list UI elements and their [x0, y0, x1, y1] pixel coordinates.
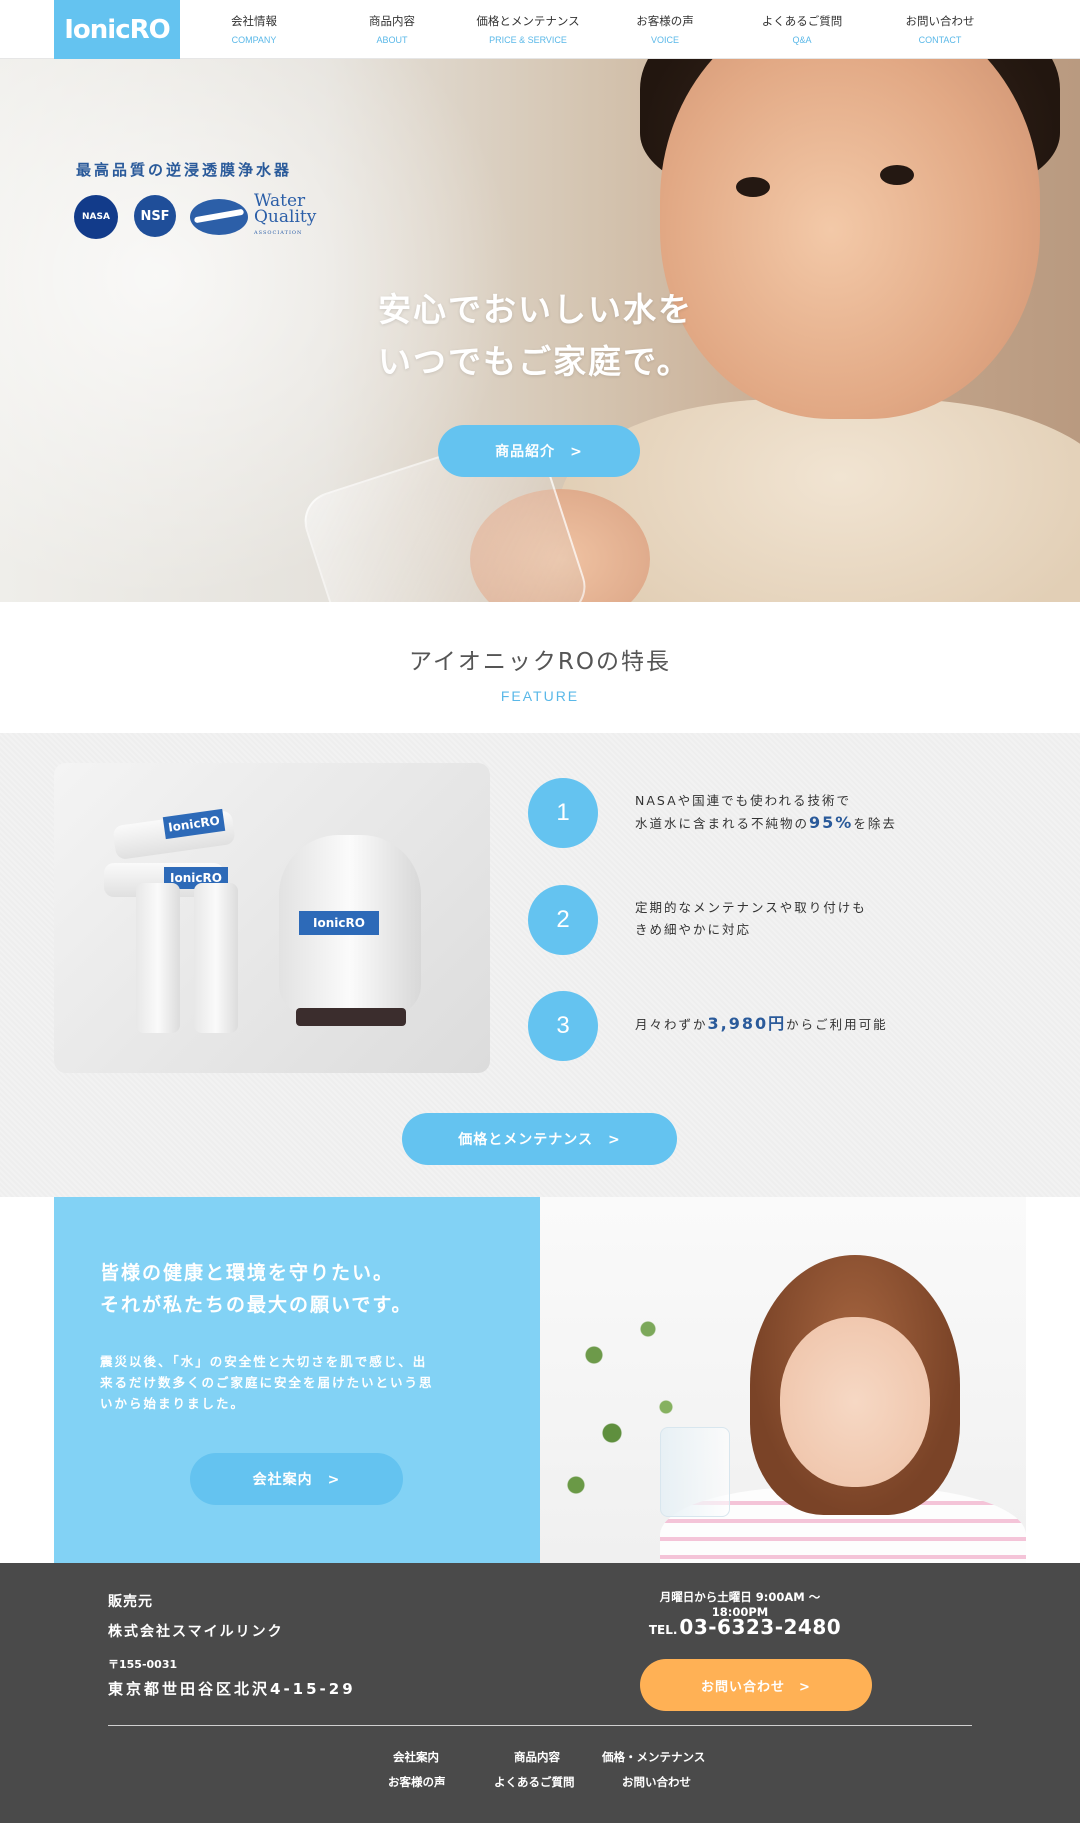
wqa-word: Quality — [254, 207, 317, 227]
nav-qa[interactable]: よくあるご質問 Q&A — [732, 13, 872, 47]
feature-subtitle: FEATURE — [500, 688, 580, 704]
feature-text-part: 水道水に含まれる不純物の — [635, 816, 810, 831]
feature-number-badge: 3 — [528, 991, 598, 1061]
hero-section: 最高品質の逆浸透膜浄水器 NASA NSF Water Quality ASSO… — [0, 59, 1080, 602]
company-address: 東京都世田谷区北沢4-15-29 — [108, 1680, 356, 1698]
feature-number-badge: 2 — [528, 885, 598, 955]
feature-text-part: 月々わずか — [635, 1017, 708, 1032]
nav-about[interactable]: 商品内容 ABOUT — [322, 13, 462, 47]
mission-text-line: 震災以後、「水」の安全性と大切さを肌で感じ、出 — [100, 1354, 428, 1369]
tel-prefix: TEL. — [648, 1623, 678, 1637]
filter-cartridge — [194, 883, 238, 1033]
footer-link-price[interactable]: 価格・メンテナンス — [602, 1749, 705, 1765]
feature-text: 月々わずか3,980円からご利用可能 — [635, 1013, 888, 1036]
feature-item: 3 月々わずか3,980円からご利用可能 — [528, 991, 1048, 1061]
wqa-word: ASSOCIATION — [254, 230, 303, 236]
feature-title: アイオニックROの特長 — [409, 649, 671, 675]
mission-text: 震災以後、「水」の安全性と大切さを肌で感じ、出 来るだけ数多くのご家庭に安全を届… — [100, 1351, 500, 1414]
nav-label: お問い合わせ — [905, 14, 975, 28]
nasa-logo: NASA — [74, 195, 118, 239]
footer-link-products[interactable]: 商品内容 — [514, 1749, 560, 1765]
mission-title-line: それが私たちの最大の願いです。 — [100, 1294, 413, 1316]
mission-panel: 皆様の健康と環境を守りたい。 それが私たちの最大の願いです。 震災以後、「水」の… — [54, 1197, 540, 1563]
wqa-logo: Water Quality ASSOCIATION — [190, 193, 330, 241]
nav-sublabel: PRICE & SERVICE — [489, 35, 567, 45]
site-header: IonicRO 会社情報 COMPANY 商品内容 ABOUT 価格とメンテナン… — [0, 0, 1080, 59]
feature-text: NASAや国連でも使われる技術で 水道水に含まれる不純物の95%を除去 — [635, 790, 897, 835]
product-label: IonicRO — [299, 911, 379, 935]
nav-label: よくあるご質問 — [761, 14, 843, 28]
feature-text-line: 定期的なメンテナンスや取り付けも — [635, 900, 867, 915]
price-maintenance-button[interactable]: 価格とメンテナンス > — [402, 1113, 677, 1165]
footer-divider — [108, 1725, 972, 1726]
feature-text-line: 水道水に含まれる不純物の95%を除去 — [635, 812, 897, 835]
nav-label: 会社情報 — [231, 14, 277, 28]
product-intro-button[interactable]: 商品紹介 > — [438, 425, 640, 477]
feature-item: 1 NASAや国連でも使われる技術で 水道水に含まれる不純物の95%を除去 — [528, 778, 1048, 848]
feature-text-part: からご利用可能 — [786, 1017, 888, 1032]
hero-title-line: 安心でおいしい水を — [378, 290, 693, 329]
wqa-mark-icon — [190, 199, 248, 235]
feature-section: IonicRO IonicRO IonicRO 1 NASAや国連でも使われる技… — [0, 733, 1080, 1197]
feature-text: 定期的なメンテナンスや取り付けも きめ細やかに対応 — [635, 897, 867, 941]
mission-photo — [540, 1197, 1026, 1563]
woman-face — [780, 1317, 930, 1487]
hero-title-line: いつでもご家庭で。 — [378, 342, 692, 381]
mission-title: 皆様の健康と環境を守りたい。 それが私たちの最大の願いです。 — [100, 1257, 413, 1321]
feature-highlight: 3,980円 — [707, 1014, 787, 1033]
phone-number[interactable]: TEL. 03-6323-2480 — [640, 1615, 850, 1639]
main-nav: 会社情報 COMPANY 商品内容 ABOUT 価格とメンテナンス PRICE … — [184, 0, 1080, 59]
tel-number: 03-6323-2480 — [679, 1615, 842, 1639]
hero-photo-eye — [736, 177, 770, 197]
feature-text-line: NASAや国連でも使われる技術で — [635, 793, 851, 808]
hero-photo-child — [660, 59, 1040, 419]
water-glass — [660, 1427, 730, 1517]
site-footer: 販売元 株式会社スマイルリンク 〒155-0031 東京都世田谷区北沢4-15-… — [0, 1563, 1080, 1823]
product-photo: IonicRO IonicRO IonicRO — [54, 763, 490, 1073]
footer-link-contact[interactable]: お問い合わせ — [622, 1774, 691, 1790]
nav-voice[interactable]: お客様の声 VOICE — [595, 13, 735, 47]
nav-sublabel: VOICE — [650, 35, 679, 45]
nav-label: 商品内容 — [369, 14, 415, 28]
nav-label: お客様の声 — [636, 14, 694, 28]
footer-link-faq[interactable]: よくあるご質問 — [494, 1774, 575, 1790]
mission-title-line: 皆様の健康と環境を守りたい。 — [100, 1262, 395, 1284]
nav-sublabel: ABOUT — [376, 35, 408, 45]
hero-title: 安心でおいしい水を いつでもご家庭で。 — [378, 284, 693, 388]
hero-photo-eye — [880, 165, 914, 185]
feature-text-part: を除去 — [853, 816, 897, 831]
hero-tagline: 最高品質の逆浸透膜浄水器 — [76, 161, 293, 179]
feature-item: 2 定期的なメンテナンスや取り付けも きめ細やかに対応 — [528, 885, 1048, 955]
nav-company[interactable]: 会社情報 COMPANY — [184, 13, 324, 47]
nav-label: 価格とメンテナンス — [476, 14, 580, 28]
company-info-button[interactable]: 会社案内 > — [190, 1453, 403, 1505]
postal-code: 〒155-0031 — [108, 1658, 178, 1671]
seller-label: 販売元 — [108, 1594, 153, 1610]
nav-price-service[interactable]: 価格とメンテナンス PRICE & SERVICE — [458, 13, 598, 47]
nav-sublabel: CONTACT — [918, 35, 962, 45]
tank-stand — [296, 1008, 406, 1026]
footer-link-voice[interactable]: お客様の声 — [388, 1774, 446, 1790]
feature-header: アイオニックROの特長 FEATURE — [0, 602, 1080, 733]
footer-link-company[interactable]: 会社案内 — [393, 1749, 439, 1765]
nav-sublabel: Q&A — [792, 35, 812, 45]
mission-text-line: 来るだけ数多くのご家庭に安全を届けたいという思 — [100, 1375, 434, 1390]
nav-contact[interactable]: お問い合わせ CONTACT — [870, 13, 1010, 47]
feature-highlight: 95% — [809, 813, 854, 832]
feature-number-badge: 1 — [528, 778, 598, 848]
nav-sublabel: COMPANY — [231, 35, 277, 45]
feature-text-line: きめ細やかに対応 — [635, 922, 752, 937]
wqa-text: Water Quality ASSOCIATION — [254, 193, 316, 241]
mission-text-line: いから始まりました。 — [100, 1396, 246, 1411]
company-name: 株式会社スマイルリンク — [108, 1624, 284, 1640]
filter-cartridge — [136, 883, 180, 1033]
contact-button[interactable]: お問い合わせ > — [640, 1659, 872, 1711]
site-logo[interactable]: IonicRO — [54, 0, 180, 59]
nsf-logo: NSF — [134, 195, 176, 237]
mission-section: 皆様の健康と環境を守りたい。 それが私たちの最大の願いです。 震災以後、「水」の… — [54, 1197, 1026, 1563]
